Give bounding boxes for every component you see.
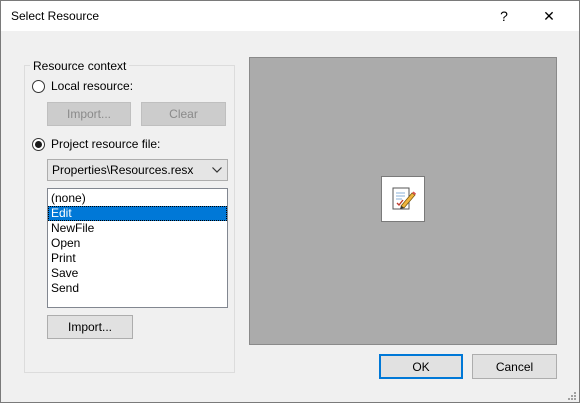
chevron-down-icon[interactable] — [211, 164, 223, 176]
project-import-button[interactable]: Import... — [47, 315, 133, 339]
resource-list-item[interactable]: Open — [48, 236, 227, 251]
local-resource-radio[interactable] — [32, 79, 45, 93]
title-bar: Select Resource ? ✕ — [1, 1, 579, 31]
resource-list-item[interactable]: Print — [48, 251, 227, 266]
resource-list-item[interactable]: Save — [48, 266, 227, 281]
resource-list-item[interactable]: Send — [48, 281, 227, 296]
project-resource-label: Project resource file: — [51, 137, 161, 151]
resource-list-item[interactable]: NewFile — [48, 221, 227, 236]
resource-listbox[interactable]: (none) Edit NewFile Open Print Save Send — [47, 188, 228, 308]
close-button[interactable]: ✕ — [526, 1, 572, 31]
local-resource-radio-row[interactable]: Local resource: — [32, 79, 133, 93]
dialog-client-area: Resource context Local resource: Import.… — [1, 31, 579, 402]
project-resource-file-combo[interactable]: Properties\Resources.resx — [47, 159, 228, 181]
project-resource-file-value: Properties\Resources.resx — [52, 163, 194, 177]
resize-grip-icon[interactable] — [567, 390, 577, 400]
cancel-button[interactable]: Cancel — [472, 354, 557, 379]
project-resource-radio-row[interactable]: Project resource file: — [32, 137, 160, 151]
edit-icon — [381, 176, 425, 222]
resource-context-legend: Resource context — [30, 59, 130, 73]
select-resource-dialog: Select Resource ? ✕ Resource context Loc… — [0, 0, 580, 403]
resource-list-item[interactable]: (none) — [48, 191, 227, 206]
help-button[interactable]: ? — [481, 1, 527, 31]
resource-preview-pane — [249, 57, 557, 345]
project-resource-radio[interactable] — [32, 137, 45, 151]
ok-button[interactable]: OK — [379, 354, 463, 379]
dialog-title: Select Resource — [11, 9, 100, 23]
local-import-button[interactable]: Import... — [47, 102, 131, 126]
local-clear-button[interactable]: Clear — [141, 102, 226, 126]
local-resource-label: Local resource: — [51, 79, 134, 93]
resource-list-item[interactable]: Edit — [48, 206, 227, 221]
